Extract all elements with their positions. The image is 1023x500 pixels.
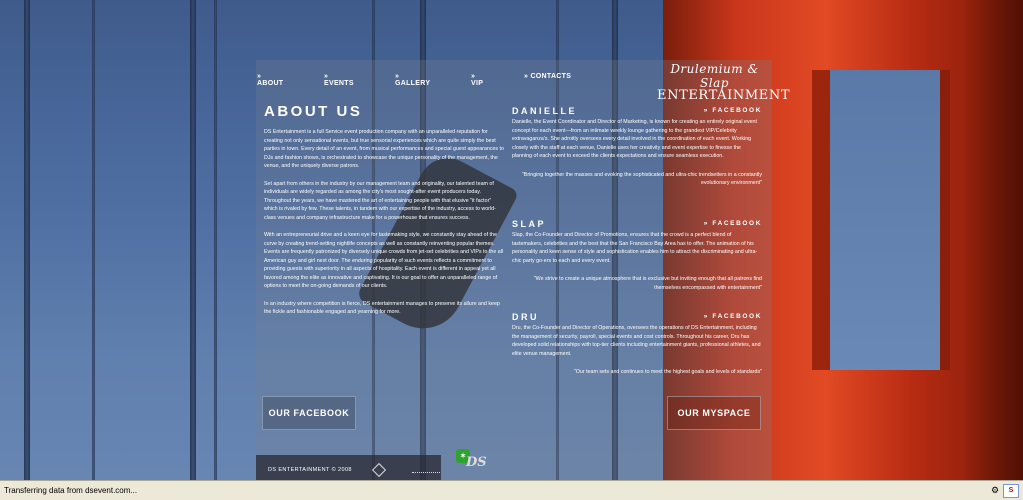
badge-text: DS: [466, 455, 487, 470]
about-paragraph: Set apart from others in the industry by…: [264, 180, 496, 221]
status-text: Transferring data from dsevent.com...: [4, 486, 138, 495]
member-quote: "We strive to create a unique atmosphere…: [533, 276, 762, 291]
member-dru: DRU » FACEBOOK Dru, the Co-Founder and D…: [512, 312, 762, 377]
about-paragraph: DS Entertainment is a full Service event…: [264, 129, 504, 169]
nav-vip[interactable]: » VIP: [471, 73, 483, 87]
nav-gallery[interactable]: » GALLERY: [395, 73, 430, 87]
logo-entertainment: ENTERTAINMENT: [657, 88, 791, 103]
nav-events[interactable]: » EVENTS: [324, 73, 354, 87]
member-bio: Dru, the Co-Founder and Director of Oper…: [512, 325, 761, 357]
copyright: DS ENTERTAINMENT © 2008: [268, 467, 352, 473]
ds-badge[interactable]: ✶ DS: [456, 449, 490, 475]
site-logo[interactable]: Drulemium & Slap ENTERTAINMENT: [657, 62, 791, 103]
facebook-link[interactable]: » FACEBOOK: [704, 220, 762, 227]
security-icon[interactable]: S: [1003, 484, 1019, 498]
nav-contacts[interactable]: » CONTACTS: [524, 73, 571, 80]
cube-icon[interactable]: [371, 462, 387, 478]
member-bio: Danielle, the Event Coordinator and Dire…: [512, 119, 757, 159]
member-slap: SLAP » FACEBOOK Slap, the Co-Founder and…: [512, 219, 762, 292]
bridge-cable: [214, 0, 217, 480]
page-title: ABOUT US: [264, 103, 363, 120]
about-text: DS Entertainment is a full Service event…: [264, 128, 504, 326]
logo-script: Drulemium & Slap: [670, 62, 759, 90]
our-myspace-button[interactable]: OUR MYSPACE: [667, 396, 761, 430]
tools-icon[interactable]: ⚙: [991, 485, 1001, 495]
our-facebook-button[interactable]: OUR FACEBOOK: [262, 396, 356, 430]
about-paragraph: With an entrepreneurial drive and a keen…: [264, 232, 504, 289]
member-quote: "Bringing together the masses and evokin…: [521, 171, 762, 187]
dotted-divider: [412, 472, 440, 473]
nav-about[interactable]: » ABOUT: [257, 73, 283, 87]
member-danielle: DANIELLE » FACEBOOK Danielle, the Event …: [512, 106, 762, 188]
footer: DS ENTERTAINMENT © 2008: [256, 455, 441, 482]
about-paragraph: In an industry where competition is fier…: [264, 300, 500, 316]
bridge-cable: [24, 0, 30, 480]
facebook-link[interactable]: » FACEBOOK: [704, 313, 762, 320]
browser-status-bar: Transferring data from dsevent.com... ⚙ …: [0, 480, 1023, 500]
facebook-link[interactable]: » FACEBOOK: [704, 107, 762, 114]
tower-opening: [812, 70, 950, 370]
member-bio: Slap, the Co-Founder and Director of Pro…: [512, 232, 758, 264]
bridge-cable: [92, 0, 95, 480]
bridge-cable: [190, 0, 196, 480]
tower-shade: [963, 0, 1023, 480]
member-quote: "Our team sets and continues to meet the…: [573, 369, 762, 375]
